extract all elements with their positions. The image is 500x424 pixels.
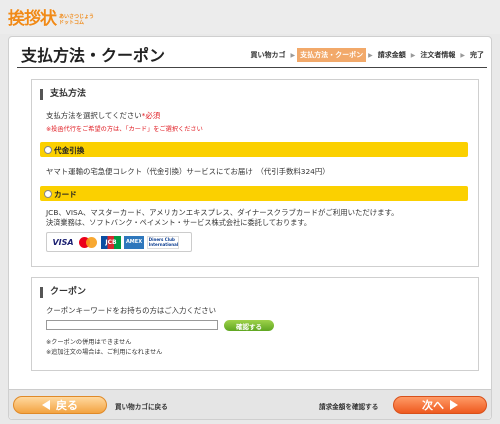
- coupon-confirm-button[interactable]: 確認する: [224, 320, 274, 331]
- step-payment: 支払方法・クーポン: [297, 48, 367, 62]
- progress-steps: 買い物カゴ ▶ 支払方法・クーポン ▶ 請求金額 ▶ 注文者情報 ▶ 完了: [248, 48, 488, 62]
- cod-description: ヤマト運輸の宅急便コレクト（代金引換）サービスにてお届け （代引手数料324円）: [46, 167, 330, 176]
- diners-logo-text: Diners Club International: [148, 237, 179, 247]
- step-chevron-icon: ▶: [368, 51, 373, 59]
- card-label: カード: [54, 190, 77, 199]
- coupon-note-2: ※追加注文の場合は、ご利用になれません: [46, 349, 163, 356]
- step-chevron-icon: ▶: [290, 51, 296, 59]
- cod-radio[interactable]: [44, 146, 52, 154]
- top-bar: 挨拶状 あいさつじょう ドットコム: [0, 0, 500, 34]
- payment-method-heading: 支払方法: [40, 89, 86, 100]
- logo-sub-text: あいさつじょう ドットコム: [59, 14, 95, 26]
- title-row: 支払方法・クーポン 買い物カゴ ▶ 支払方法・クーポン ▶ 請求金額 ▶ 注文者…: [17, 40, 487, 68]
- required-mark: *必須: [141, 111, 161, 120]
- option-card-bar[interactable]: カード: [40, 186, 468, 201]
- diners-logo-icon: Diners Club International: [147, 235, 179, 249]
- cod-label: 代金引換: [54, 146, 85, 155]
- jcb-logo-icon: JCB: [101, 235, 121, 249]
- coupon-heading: クーポン: [40, 287, 86, 298]
- confirm-invoice-text: 請求金額を確認する: [319, 403, 379, 411]
- step-complete: 完了: [470, 51, 484, 59]
- step-invoice: 請求金額: [377, 51, 406, 59]
- arrow-right-icon: [450, 400, 458, 410]
- card-radio[interactable]: [44, 190, 52, 198]
- next-button[interactable]: 次へ: [393, 396, 487, 414]
- coupon-section: クーポン クーポンキーワードをお持ちの方はご入力ください 確認する ※クーポンの…: [31, 277, 479, 371]
- step-orderer-info: 注文者情報: [420, 51, 456, 59]
- footer-nav: 戻る 買い物カゴに戻る 請求金額を確認する 次へ: [9, 389, 491, 419]
- back-to-cart-text: 買い物カゴに戻る: [115, 403, 168, 411]
- back-button[interactable]: 戻る: [13, 396, 107, 414]
- amex-logo-icon: AMEX: [124, 235, 144, 249]
- payment-instruction: 支払方法を選択してください*必須: [46, 111, 161, 120]
- page-title: 支払方法・クーポン: [21, 46, 166, 65]
- card-description-2: 決済業務は、ソフトバンク・ペイメント・サービス株式会社に委託しております。: [46, 218, 312, 227]
- visa-logo-icon: VISA: [52, 237, 74, 247]
- payment-method-section: 支払方法 支払方法を選択してください*必須 ※投函代行をご希望の方は、「カード」…: [31, 79, 479, 267]
- step-chevron-icon: ▶: [460, 51, 465, 59]
- step-cart: 買い物カゴ: [250, 51, 286, 59]
- payment-note: ※投函代行をご希望の方は、「カード」をご選択ください: [46, 126, 203, 133]
- back-button-label: 戻る: [56, 399, 78, 412]
- coupon-note-1: ※クーポンの併用はできません: [46, 339, 132, 346]
- site-logo[interactable]: 挨拶状 あいさつじょう ドットコム: [8, 4, 94, 29]
- coupon-keyword-input[interactable]: [46, 320, 218, 330]
- logo-main-text: 挨拶状: [8, 9, 57, 29]
- coupon-instruction: クーポンキーワードをお持ちの方はご入力ください: [46, 306, 216, 315]
- option-cod-bar[interactable]: 代金引換: [40, 142, 468, 157]
- main-panel: 支払方法・クーポン 買い物カゴ ▶ 支払方法・クーポン ▶ 請求金額 ▶ 注文者…: [8, 36, 492, 420]
- arrow-left-icon: [42, 400, 50, 410]
- next-button-label: 次へ: [422, 399, 444, 412]
- step-chevron-icon: ▶: [410, 51, 416, 59]
- mastercard-logo-icon: [78, 236, 98, 249]
- card-logos: VISA JCB AMEX Diners Club International: [46, 232, 192, 252]
- card-description: JCB、VISA、マスターカード、アメリカンエキスプレス、ダイナースクラブカード…: [46, 208, 399, 217]
